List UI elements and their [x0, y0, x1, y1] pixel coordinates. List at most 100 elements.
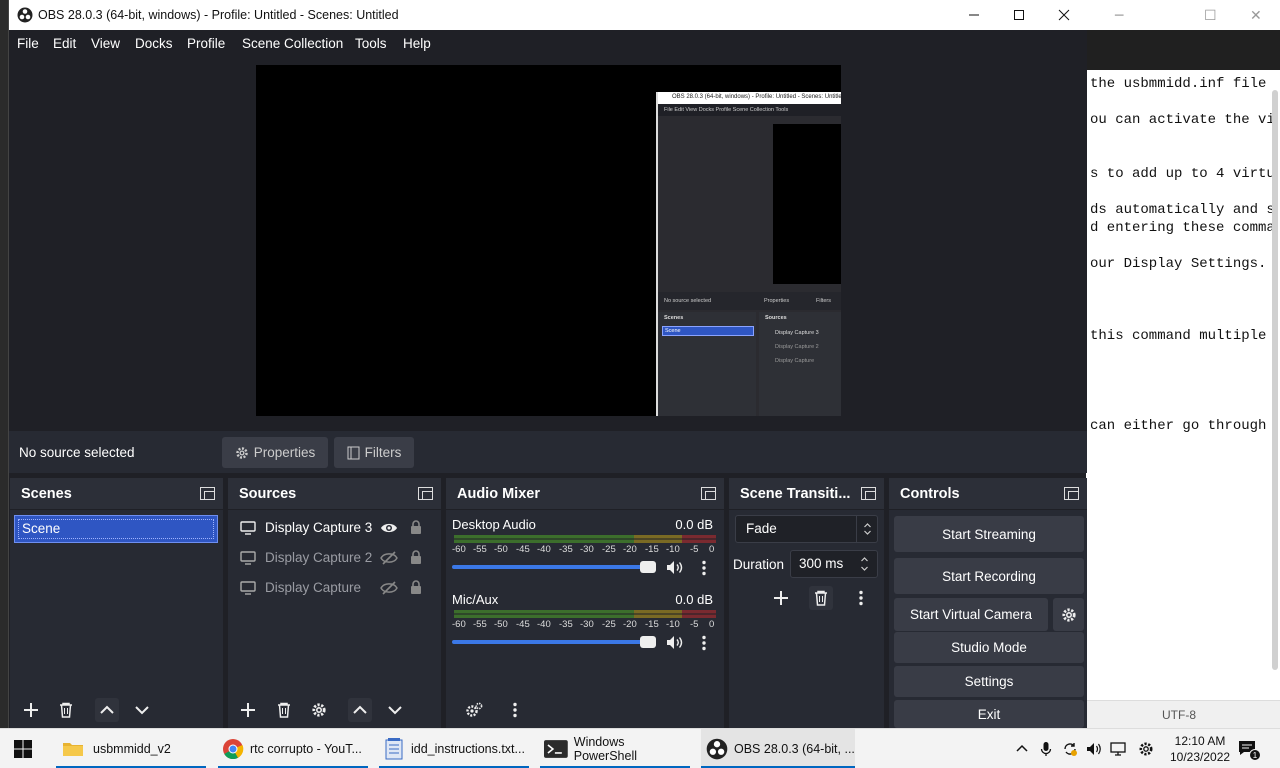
speaker-icon[interactable] [666, 560, 684, 575]
more-vertical-icon[interactable] [701, 635, 707, 651]
clock[interactable]: 12:10 AM 10/23/2022 [1170, 733, 1230, 765]
slider-handle[interactable] [640, 561, 656, 573]
start-streaming-button[interactable]: Start Streaming [894, 516, 1084, 552]
float-dock-icon[interactable] [418, 487, 433, 500]
nested-no-source: No source selected [664, 298, 712, 304]
menu-bar: File Edit View Docks Profile Scene Colle… [9, 30, 1087, 57]
taskbar-item-obs[interactable]: OBS 28.0.3 (64-bit, ... [701, 729, 855, 768]
audio-menu-button[interactable] [503, 698, 527, 722]
start-button[interactable] [14, 729, 38, 768]
scale-tick: -55 [473, 544, 487, 555]
speaker-icon[interactable] [666, 635, 684, 650]
sources-title: Sources [239, 486, 297, 502]
nested-scenes: Scenes Scene [658, 312, 756, 416]
maximize-button[interactable] [996, 0, 1042, 30]
volume-slider[interactable] [452, 636, 656, 648]
source-item[interactable]: Display Capture 2 [238, 545, 433, 571]
taskbar-item-powershell[interactable]: Windows PowerShell [540, 729, 690, 768]
eye-icon[interactable] [380, 521, 398, 535]
source-item[interactable]: Display Capture [238, 575, 433, 601]
more-vertical-icon[interactable] [701, 560, 707, 576]
scene-transitions-title: Scene Transiti... [740, 486, 851, 502]
lock-icon[interactable] [410, 550, 422, 565]
float-dock-icon[interactable] [701, 487, 716, 500]
nested-sources-title: Sources [765, 315, 787, 321]
volume-slider[interactable] [452, 561, 656, 573]
scene-item[interactable]: Scene [14, 515, 218, 543]
taskbar-item-explorer[interactable]: usbmmidd_v2 [56, 729, 206, 768]
minimize-button[interactable] [951, 0, 997, 30]
scale-tick: -10 [666, 619, 680, 630]
move-source-down-button[interactable] [383, 698, 407, 722]
move-source-up-button[interactable] [348, 698, 372, 722]
notepad-scrollbar[interactable] [1272, 90, 1278, 670]
studio-mode-button[interactable]: Studio Mode [894, 632, 1084, 663]
float-dock-icon[interactable] [1064, 487, 1079, 500]
menu-docks[interactable]: Docks [135, 36, 173, 51]
float-dock-icon[interactable] [861, 487, 876, 500]
scale-tick: -20 [623, 619, 637, 630]
add-transition-button[interactable] [769, 586, 793, 610]
slider-handle[interactable] [640, 636, 656, 648]
chevron-up-icon[interactable] [1014, 741, 1030, 757]
sources-dock-header: Sources [228, 478, 441, 510]
filters-button[interactable]: Filters [334, 437, 414, 468]
move-scene-down-button[interactable] [130, 698, 154, 722]
db-scale: -60 -55 -50 -45 -40 -35 -30 -25 -20 -15 … [452, 619, 720, 631]
monitor-icon [240, 551, 256, 565]
sync-icon[interactable] [1062, 741, 1078, 757]
text-line: d entering these comma [1090, 220, 1275, 236]
lock-icon[interactable] [410, 520, 422, 535]
remove-scene-button[interactable] [54, 698, 78, 722]
float-dock-icon[interactable] [200, 487, 215, 500]
taskbar-item-chrome[interactable]: rtc corrupto - YouT... [218, 729, 368, 768]
select-divider [856, 516, 857, 542]
plus-icon [24, 703, 38, 717]
settings-button[interactable]: Settings [894, 666, 1084, 697]
network-icon[interactable] [1110, 741, 1126, 757]
menu-help[interactable]: Help [403, 36, 431, 51]
transition-menu-button[interactable] [849, 586, 873, 610]
menu-scene-collection[interactable]: Scene Collection [242, 36, 343, 51]
close-button[interactable] [1041, 0, 1087, 30]
virtual-camera-settings-button[interactable] [1053, 598, 1084, 631]
program-preview[interactable]: OBS 28.0.3 (64-bit, windows) - Profile: … [256, 65, 841, 416]
eye-hidden-icon[interactable] [380, 551, 398, 565]
add-scene-button[interactable] [19, 698, 43, 722]
start-recording-button[interactable]: Start Recording [894, 558, 1084, 594]
source-properties-button[interactable] [307, 698, 331, 722]
move-scene-up-button[interactable] [95, 698, 119, 722]
lock-icon[interactable] [410, 580, 422, 595]
menu-file[interactable]: File [17, 36, 39, 51]
controls-dock: Controls Start Streaming Start Recording… [889, 478, 1087, 728]
properties-button[interactable]: Properties [222, 437, 328, 468]
add-source-button[interactable] [236, 698, 260, 722]
scenes-dock-header: Scenes [10, 478, 223, 510]
menu-profile[interactable]: Profile [187, 36, 225, 51]
remove-source-button[interactable] [272, 698, 296, 722]
notification-center-button[interactable]: 1 [1238, 740, 1261, 761]
maximize-icon[interactable]: ☐ [1204, 8, 1217, 24]
advanced-audio-button[interactable] [462, 698, 486, 722]
menu-view[interactable]: View [91, 36, 120, 51]
menu-edit[interactable]: Edit [53, 36, 76, 51]
minimize-icon[interactable]: ─ [1115, 8, 1123, 24]
menu-tools[interactable]: Tools [355, 36, 387, 51]
microphone-icon[interactable] [1038, 741, 1054, 757]
spin-icon[interactable] [860, 555, 869, 573]
transition-select[interactable]: Fade [735, 515, 878, 543]
obs-logo-icon [706, 738, 728, 760]
minimize-icon [969, 14, 979, 16]
close-icon[interactable]: ✕ [1250, 8, 1262, 24]
taskbar-item-notepad[interactable]: idd_instructions.txt... [379, 729, 529, 768]
settings-icon[interactable] [1138, 741, 1154, 757]
start-virtual-camera-button[interactable]: Start Virtual Camera [894, 598, 1048, 631]
remove-transition-button[interactable] [809, 586, 833, 610]
nested-sources: Sources Display Capture 3 Display Captur… [759, 312, 841, 416]
source-item[interactable]: Display Capture 3 [238, 515, 433, 541]
eye-hidden-icon[interactable] [380, 581, 398, 595]
volume-icon[interactable] [1086, 741, 1102, 757]
duration-spinbox[interactable]: 300 ms [790, 550, 878, 578]
text-line: ds automatically and s [1090, 202, 1275, 218]
exit-button[interactable]: Exit [894, 700, 1084, 728]
